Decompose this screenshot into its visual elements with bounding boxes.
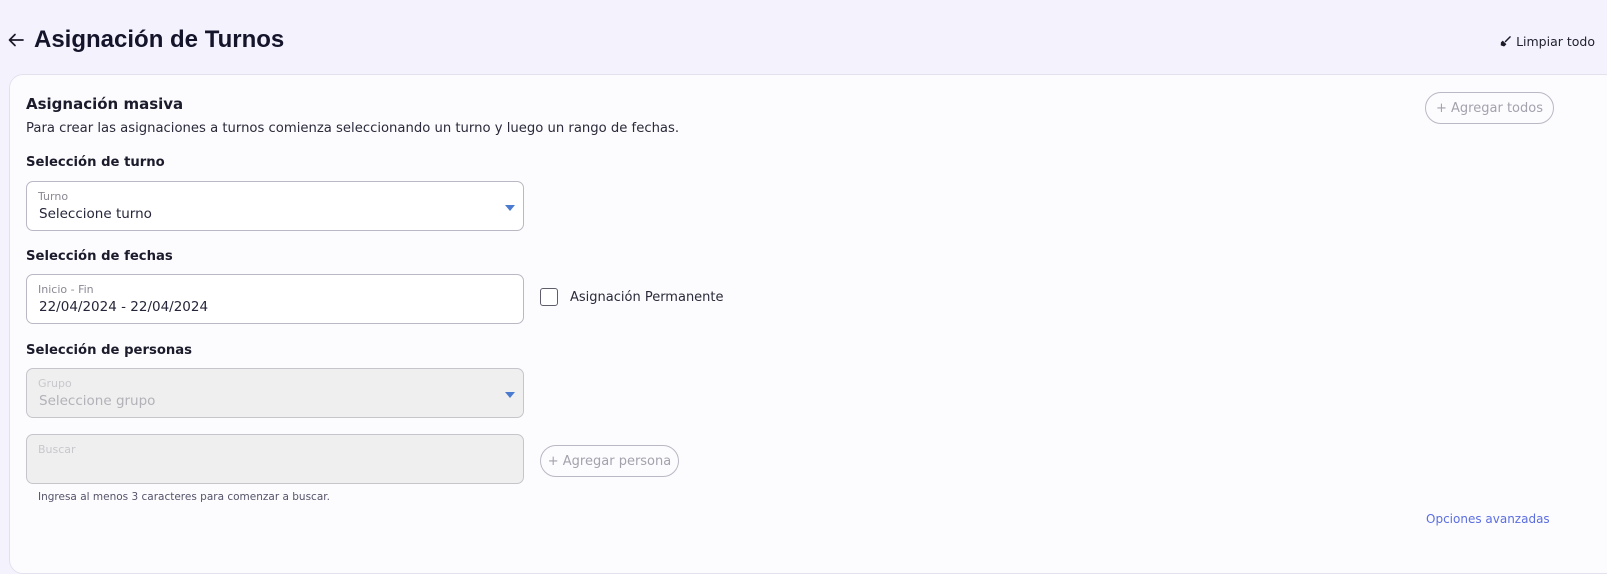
page-header: Asignación de Turnos Limpiar todo	[0, 0, 1607, 75]
shift-section-title: Selección de turno	[26, 155, 165, 170]
permanent-assignment-toggle[interactable]: Asignación Permanente	[540, 288, 724, 306]
advanced-options-link[interactable]: Opciones avanzadas	[1426, 512, 1550, 526]
date-range-field[interactable]: Inicio - Fin 22/04/2024 - 22/04/2024	[26, 274, 524, 324]
search-person-input[interactable]: Buscar	[26, 434, 524, 484]
chevron-down-icon	[505, 392, 515, 398]
date-range-label: Inicio - Fin	[38, 283, 94, 296]
page-title: Asignación de Turnos	[34, 26, 285, 53]
permanent-assignment-checkbox[interactable]	[540, 288, 558, 306]
chevron-down-icon	[505, 205, 515, 211]
bulk-assignment-title: Asignación masiva	[26, 95, 184, 113]
add-person-button[interactable]: + Agregar persona	[540, 445, 679, 477]
shift-select-label: Turno	[38, 190, 69, 203]
date-range-value: 22/04/2024 - 22/04/2024	[39, 299, 209, 315]
dates-section-title: Selección de fechas	[26, 249, 173, 264]
group-select-label: Grupo	[38, 377, 72, 390]
bulk-assignment-description: Para crear las asignaciones a turnos com…	[26, 121, 680, 136]
clear-all-label: Limpiar todo	[1516, 34, 1595, 49]
shift-select[interactable]: Turno Seleccione turno	[26, 181, 524, 231]
add-all-button[interactable]: + Agregar todos	[1425, 92, 1554, 124]
search-helper-text: Ingresa al menos 3 caracteres para comen…	[38, 491, 330, 503]
shift-select-value: Seleccione turno	[39, 206, 152, 222]
permanent-assignment-label: Asignación Permanente	[570, 289, 724, 305]
group-select-value: Seleccione grupo	[39, 393, 156, 409]
broom-icon	[1500, 36, 1511, 47]
group-select[interactable]: Grupo Seleccione grupo	[26, 368, 524, 418]
people-section-title: Selección de personas	[26, 343, 193, 358]
clear-all-button[interactable]: Limpiar todo	[1500, 34, 1595, 49]
search-person-label: Buscar	[38, 443, 76, 456]
back-arrow-icon[interactable]	[7, 31, 25, 49]
bulk-assignment-card: Asignación masiva Para crear las asignac…	[9, 74, 1607, 574]
